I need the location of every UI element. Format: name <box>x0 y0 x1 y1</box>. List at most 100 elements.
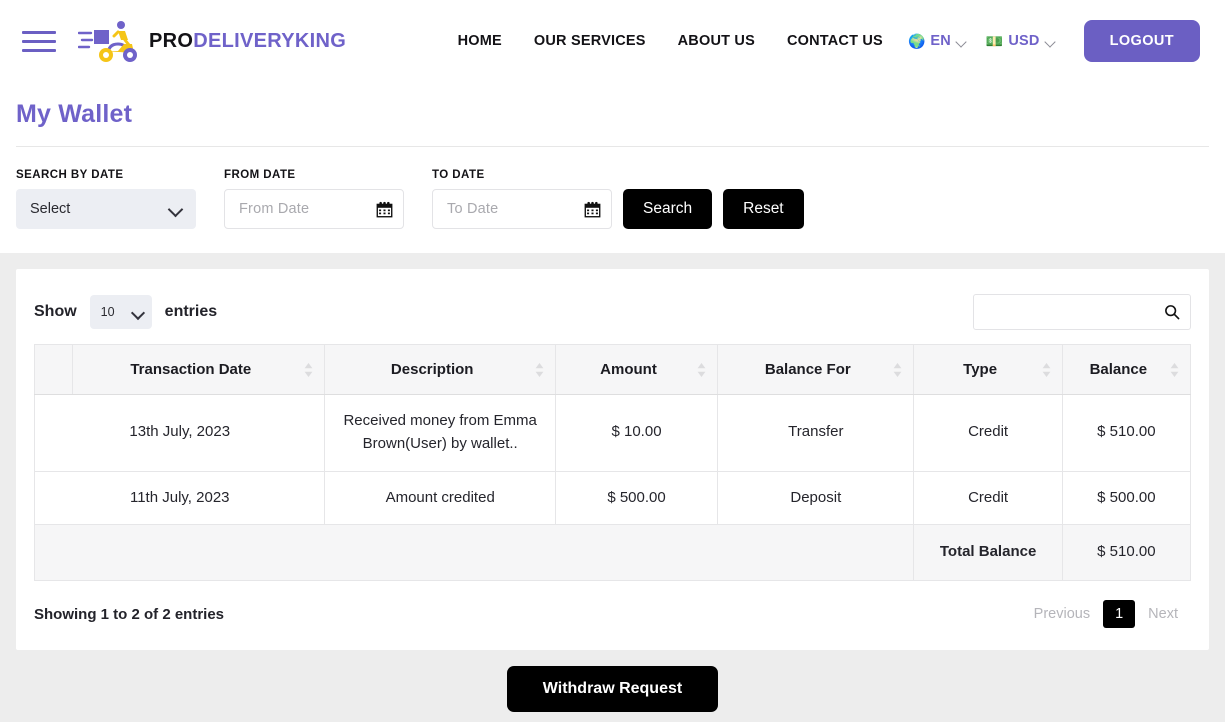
cell-balance-for: Transfer <box>717 394 915 472</box>
language-code: EN <box>930 33 951 49</box>
nav-item-contact-us[interactable]: CONTACT US <box>771 33 899 49</box>
main-navigation: HOME OUR SERVICES ABOUT US CONTACT US 🌍 … <box>448 20 1200 62</box>
cell-type: Credit <box>913 470 1063 526</box>
to-date-placeholder: To Date <box>447 201 499 217</box>
sort-arrows-icon <box>1042 362 1051 377</box>
table-header-row: Transaction Date Description Amount Bala… <box>33 344 1192 395</box>
language-selector[interactable]: 🌍 EN <box>899 33 977 49</box>
wallet-card-wrapper: Show 10 entries Transaction Date Descrip… <box>0 253 1225 651</box>
show-label: Show <box>34 303 77 320</box>
table-row: 11th July, 2023 Amount credited $ 500.00… <box>33 470 1192 526</box>
column-label: Balance <box>1089 361 1148 378</box>
total-balance-label: Total Balance <box>913 524 1063 582</box>
nav-item-home[interactable]: HOME <box>448 33 518 49</box>
withdraw-request-button[interactable]: Withdraw Request <box>506 666 719 713</box>
to-date-field: TO DATE To Date <box>432 169 612 229</box>
entries-info: Showing 1 to 2 of 2 entries <box>34 605 225 623</box>
nav-item-our-services[interactable]: OUR SERVICES <box>518 33 662 49</box>
table-header-spacer <box>33 344 74 395</box>
total-empty-cell <box>33 524 915 582</box>
table-search-input[interactable] <box>984 304 1164 320</box>
calendar-icon[interactable] <box>584 201 601 218</box>
chevron-down-icon <box>1046 38 1057 45</box>
brand-name: PRODELIVERYKING <box>149 30 346 53</box>
page-length-value: 10 <box>100 305 115 319</box>
sort-arrows-icon <box>305 362 313 377</box>
table-footer: Showing 1 to 2 of 2 entries Previous 1 N… <box>34 581 1191 636</box>
chevron-down-icon <box>133 309 144 316</box>
pagination-previous[interactable]: Previous <box>1021 600 1103 628</box>
bottom-action-area: Withdraw Request <box>0 650 1225 713</box>
total-balance-value: $ 510.00 <box>1061 524 1192 582</box>
currency-selector[interactable]: 💵 USD <box>977 33 1066 49</box>
chevron-down-icon <box>957 38 968 45</box>
column-label: Balance For <box>764 361 851 378</box>
pagination-next[interactable]: Next <box>1135 600 1191 628</box>
from-date-label: FROM DATE <box>224 169 296 181</box>
table-head: Transaction Date Description Amount Bala… <box>33 344 1192 395</box>
column-label: Description <box>390 361 474 378</box>
cell-description: Amount credited <box>324 470 556 526</box>
cell-transaction-date: 11th July, 2023 <box>33 470 326 526</box>
search-button[interactable]: Search <box>623 189 713 229</box>
cell-balance-for: Deposit <box>717 470 915 526</box>
logout-button[interactable]: LOGOUT <box>1083 20 1200 62</box>
table-body: 13th July, 2023 Received money from Emma… <box>33 394 1192 582</box>
hamburger-bar <box>22 30 56 34</box>
sort-arrows-icon <box>894 362 902 377</box>
filter-bar: SEARCH BY DATE Select FROM DATE From Dat… <box>16 147 1209 253</box>
cell-type: Credit <box>913 394 1063 472</box>
site-header: PRODELIVERYKING HOME OUR SERVICES ABOUT … <box>0 0 1225 82</box>
column-header-description[interactable]: Description <box>324 344 556 395</box>
hamburger-bar <box>22 39 56 43</box>
search-by-date-field: SEARCH BY DATE Select <box>16 169 196 229</box>
pagination-page-1[interactable]: 1 <box>1103 600 1136 629</box>
table-controls: Show 10 entries <box>34 289 1191 344</box>
cell-description: Received money from Emma Brown(User) by … <box>324 394 556 472</box>
total-balance-row: Total Balance $ 510.00 <box>33 524 1192 582</box>
cell-transaction-date: 13th July, 2023 <box>33 394 326 472</box>
pagination: Previous 1 Next <box>1021 600 1191 629</box>
column-header-amount[interactable]: Amount <box>554 344 719 395</box>
to-date-input[interactable]: To Date <box>432 189 612 229</box>
column-label: Type <box>963 361 998 378</box>
transactions-table: Transaction Date Description Amount Bala… <box>33 344 1192 582</box>
page-title: My Wallet <box>16 100 133 128</box>
globe-icon: 🌍 <box>907 33 926 49</box>
sort-arrows-icon <box>1170 362 1179 377</box>
brand-name-secondary: DELIVERYKING <box>193 29 347 52</box>
currency-code: USD <box>1008 33 1040 49</box>
chevron-down-icon <box>170 205 182 213</box>
search-by-date-value: Select <box>30 201 71 217</box>
search-icon[interactable] <box>1164 304 1180 320</box>
show-entries-control: Show 10 entries <box>34 295 217 329</box>
search-by-date-label: SEARCH BY DATE <box>16 169 124 181</box>
column-header-type[interactable]: Type <box>913 344 1063 395</box>
transactions-card: Show 10 entries Transaction Date Descrip… <box>16 269 1209 651</box>
money-icon: 💵 <box>985 33 1004 49</box>
hamburger-menu-icon[interactable] <box>22 28 56 54</box>
sort-arrows-icon <box>697 362 706 377</box>
calendar-icon[interactable] <box>376 201 393 218</box>
cell-amount: $ 500.00 <box>554 470 719 526</box>
column-header-balance[interactable]: Balance <box>1061 344 1192 395</box>
search-by-date-select[interactable]: Select <box>16 189 196 229</box>
nav-item-about-us[interactable]: ABOUT US <box>662 33 771 49</box>
page-length-select[interactable]: 10 <box>89 295 152 329</box>
table-search-wrapper[interactable] <box>973 294 1191 330</box>
column-label: Transaction Date <box>130 361 252 378</box>
column-header-balance-for[interactable]: Balance For <box>717 344 915 395</box>
page-header-band: My Wallet SEARCH BY DATE Select FROM DAT… <box>0 82 1225 253</box>
from-date-field: FROM DATE From Date <box>224 169 404 229</box>
scooter-delivery-icon <box>78 21 137 62</box>
cell-amount: $ 10.00 <box>554 394 719 472</box>
column-header-transaction-date[interactable]: Transaction Date <box>72 344 326 395</box>
to-date-label: TO DATE <box>432 169 485 181</box>
table-row: 13th July, 2023 Received money from Emma… <box>33 394 1192 472</box>
column-label: Amount <box>600 361 657 378</box>
reset-button[interactable]: Reset <box>723 189 804 229</box>
brand-logo[interactable]: PRODELIVERYKING <box>78 19 346 63</box>
hamburger-bar <box>22 48 56 52</box>
from-date-input[interactable]: From Date <box>224 189 404 229</box>
sort-arrows-icon <box>535 362 544 377</box>
